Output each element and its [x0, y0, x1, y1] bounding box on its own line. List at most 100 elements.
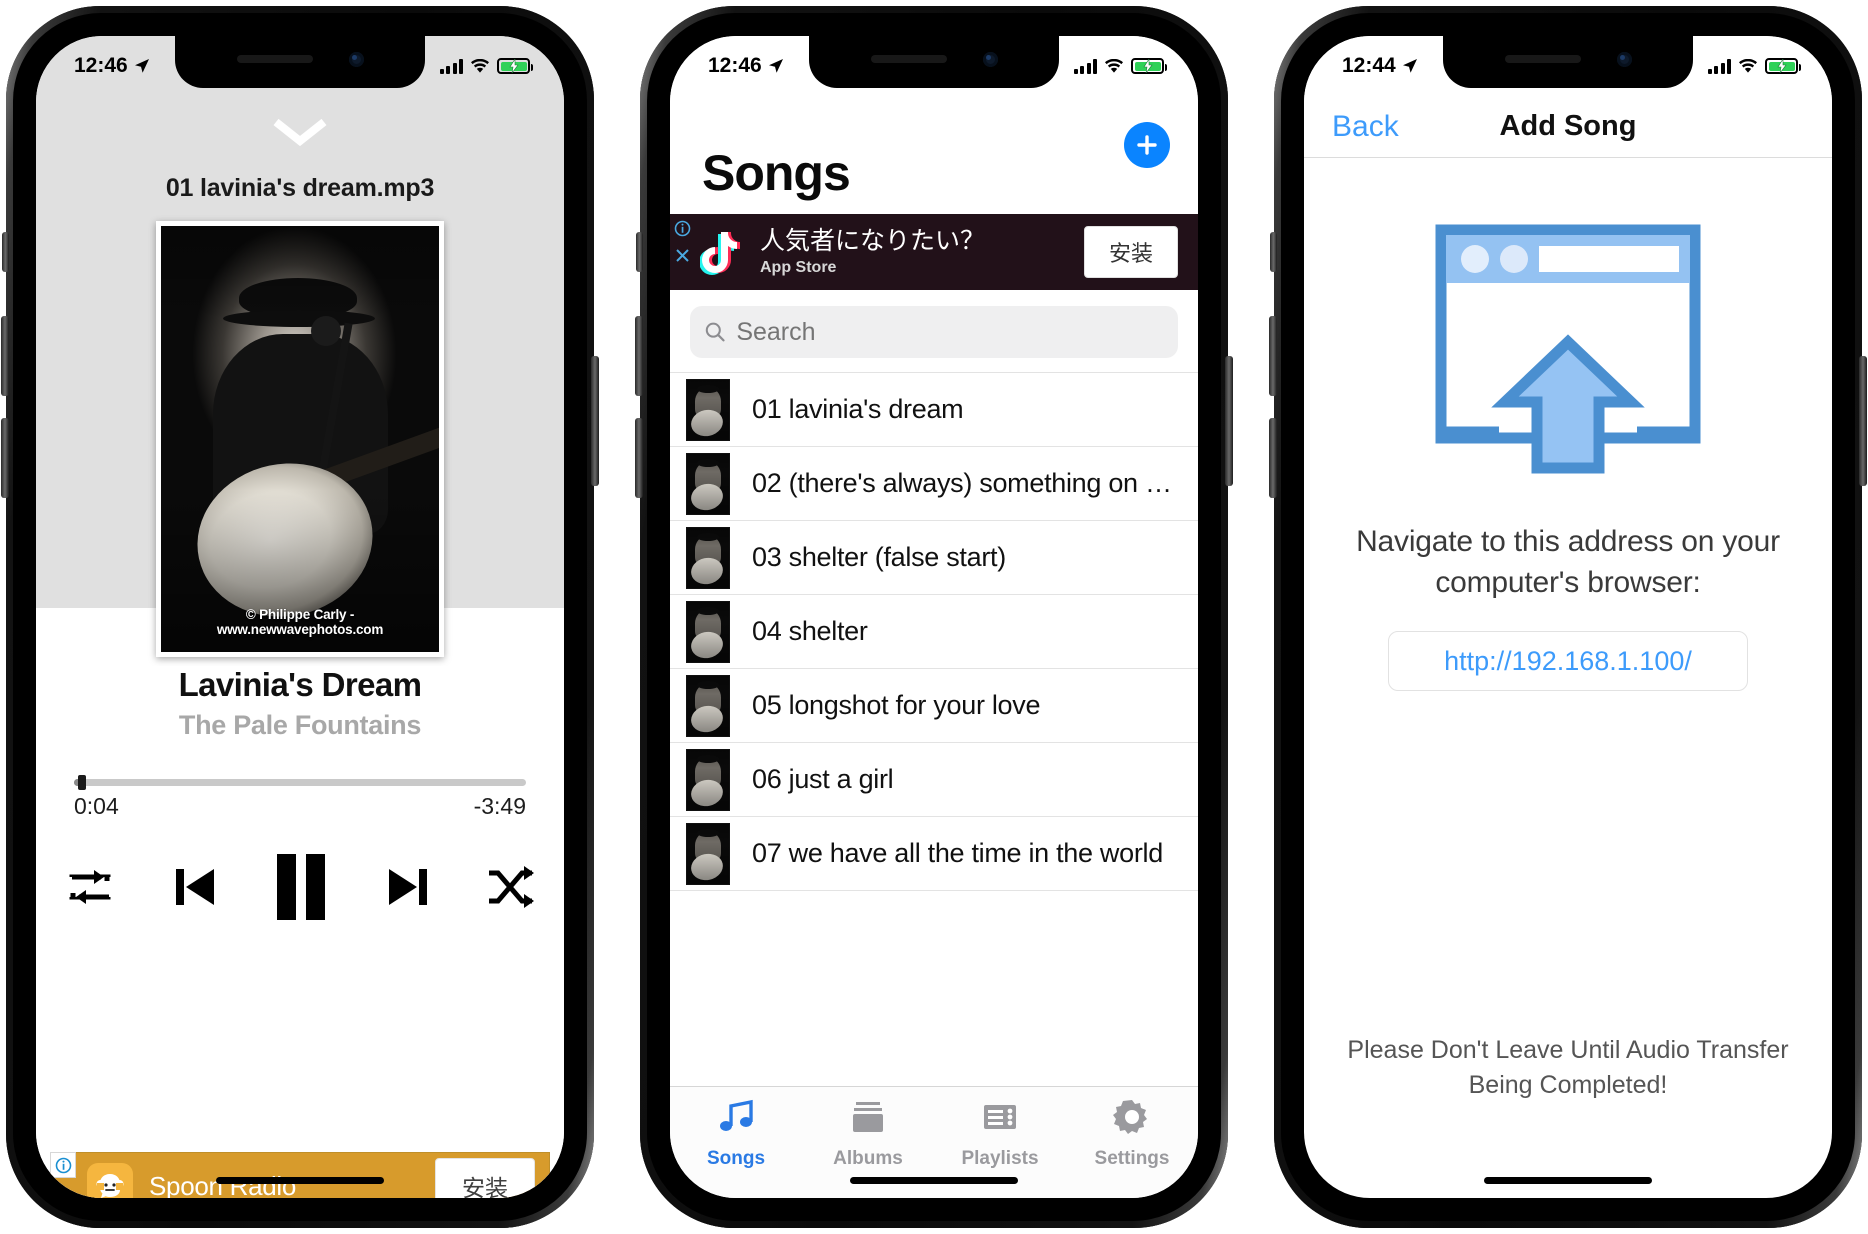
chevron-down-icon[interactable]: [271, 116, 329, 148]
tab-label: Settings: [1094, 1148, 1170, 1169]
ad-headline: 人気者になりたい？: [760, 225, 986, 255]
tab-label: Albums: [833, 1148, 903, 1169]
volume-down-button[interactable]: [1, 418, 9, 498]
scrubber-track[interactable]: [74, 775, 526, 790]
ad-badges: [670, 216, 694, 267]
home-indicator[interactable]: [850, 1177, 1018, 1184]
silent-switch[interactable]: [636, 232, 643, 272]
song-row[interactable]: 02 (there's always) something on m...: [670, 447, 1198, 521]
song-row[interactable]: 05 longshot for your love: [670, 669, 1198, 743]
add-song-button[interactable]: [1124, 122, 1170, 168]
previous-icon[interactable]: [172, 863, 218, 911]
volume-up-button[interactable]: [1269, 316, 1277, 396]
power-button[interactable]: [1225, 356, 1233, 486]
remaining-time: -3:49: [473, 793, 526, 819]
song-name: 01 lavinia's dream: [752, 394, 964, 424]
status-right: [439, 58, 533, 74]
close-icon[interactable]: [50, 1194, 76, 1198]
power-button[interactable]: [591, 356, 599, 486]
cellular-bars-icon: [1073, 58, 1097, 74]
battery-charging-icon: [497, 58, 533, 74]
status-time: 12:46: [74, 54, 128, 77]
volume-down-button[interactable]: [635, 418, 643, 498]
display-notch: [175, 36, 425, 88]
song-row[interactable]: 04 shelter: [670, 595, 1198, 669]
song-name: 06 just a girl: [752, 764, 894, 794]
front-camera: [982, 51, 998, 67]
back-button[interactable]: Back: [1332, 110, 1399, 144]
spoon-radio-ad-banner[interactable]: Spoon Radio 安装: [50, 1152, 550, 1198]
search-field[interactable]: [690, 306, 1178, 358]
now-playing-upper: 12:46 01 lavinia's dream.mp3 © Philippe …: [36, 36, 564, 657]
tab-label: Songs: [706, 1148, 766, 1169]
server-url-box[interactable]: http://192.168.1.100/: [1388, 631, 1748, 691]
song-name: 05 longshot for your love: [752, 690, 1041, 720]
info-icon[interactable]: [50, 1152, 76, 1178]
phone-screen: 12:46: [36, 36, 564, 1198]
location-arrow-icon: [134, 59, 149, 73]
cellular-bars-icon: [439, 58, 463, 74]
transport-controls: [36, 820, 564, 920]
battery-charging-icon: [1765, 58, 1801, 74]
playlists-icon: [980, 1097, 1020, 1142]
location-arrow-icon: [768, 59, 783, 73]
volume-up-button[interactable]: [1, 316, 9, 396]
volume-up-button[interactable]: [635, 316, 643, 396]
home-indicator[interactable]: [1484, 1177, 1652, 1184]
silent-switch[interactable]: [1270, 232, 1277, 272]
next-icon[interactable]: [385, 863, 431, 911]
ad-install-button[interactable]: 安装: [1083, 226, 1178, 278]
earpiece-speaker: [236, 55, 313, 63]
power-button[interactable]: [1859, 356, 1867, 486]
volume-down-button[interactable]: [1269, 418, 1277, 498]
wifi-icon: [1105, 58, 1123, 73]
home-indicator[interactable]: [216, 1177, 384, 1184]
playback-times: 0:04 -3:49: [74, 793, 526, 820]
front-camera: [1616, 51, 1632, 67]
location-arrow-icon: [1402, 59, 1417, 73]
tiktok-icon: [698, 229, 744, 275]
display-notch: [1443, 36, 1693, 88]
phone-songs-list: 12:46 Songs 人気者になりたい？ App Store 安装 Searc…: [635, 6, 1233, 1228]
ad-app-name: Spoon Radio: [149, 1170, 297, 1199]
song-name: 02 (there's always) something on m...: [752, 468, 1189, 498]
song-thumbnail: [686, 674, 730, 737]
song-row[interactable]: 07 we have all the time in the world: [670, 817, 1198, 891]
status-time: 12:46: [708, 54, 762, 77]
phone-screen: 12:44 Back Add Song Navigate to this add…: [1304, 36, 1832, 1198]
silent-switch[interactable]: [2, 232, 9, 272]
tab-settings[interactable]: Settings: [1066, 1097, 1198, 1198]
song-name: 03 shelter (false start): [752, 542, 1006, 572]
ad-install-button[interactable]: 安装: [435, 1158, 535, 1198]
status-right: [1707, 58, 1801, 74]
phone-now-playing: 12:46 01 lavinia's dream.mp3 © Philippe …: [1, 6, 599, 1228]
plus-icon: [1137, 135, 1157, 155]
pause-icon[interactable]: [273, 854, 329, 920]
server-url[interactable]: http://192.168.1.100/: [1444, 646, 1692, 677]
ad-badges: [50, 1152, 76, 1198]
tab-songs[interactable]: Songs: [670, 1097, 802, 1198]
shuffle-icon[interactable]: [486, 864, 536, 910]
earpiece-speaker: [870, 55, 947, 63]
tiktok-ad-banner[interactable]: 人気者になりたい？ App Store 安装: [670, 214, 1198, 290]
scrubber-thumb[interactable]: [77, 775, 86, 790]
search-container: [670, 290, 1198, 372]
song-row[interactable]: 03 shelter (false start): [670, 521, 1198, 595]
info-icon[interactable]: [670, 216, 694, 240]
status-time: 12:44: [1342, 54, 1396, 77]
gear-icon: [1112, 1097, 1152, 1142]
display-notch: [809, 36, 1059, 88]
close-icon[interactable]: [670, 243, 694, 267]
repeat-icon[interactable]: [64, 864, 116, 910]
song-row[interactable]: 01 lavinia's dream: [670, 373, 1198, 447]
playback-scrubber[interactable]: 0:04 -3:49: [74, 775, 526, 820]
song-row[interactable]: 06 just a girl: [670, 743, 1198, 817]
song-thumbnail: [686, 822, 730, 885]
phone-screen: 12:46: [670, 36, 1198, 1198]
earpiece-speaker: [1504, 55, 1581, 63]
search-input[interactable]: [736, 317, 1164, 347]
now-playing-filename: 01 lavinia's dream.mp3: [165, 174, 435, 202]
spoon-radio-icon: [87, 1163, 133, 1198]
elapsed-time: 0:04: [74, 793, 119, 819]
browser-upload-icon: [1435, 224, 1701, 474]
